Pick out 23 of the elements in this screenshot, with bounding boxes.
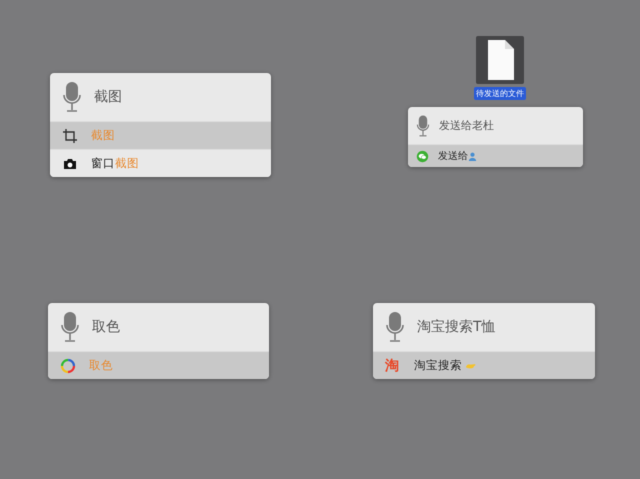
query-text: 淘宝搜索T恤 xyxy=(417,318,496,336)
result-item[interactable]: 窗口 截图 xyxy=(50,149,271,177)
crop-icon xyxy=(62,128,78,144)
file-label[interactable]: 待发送的文件 xyxy=(474,87,526,100)
result-item[interactable]: 发送给 xyxy=(408,144,583,167)
result-text: 窗口 截图 xyxy=(91,156,139,171)
result-text: 取色 xyxy=(89,358,113,373)
microphone-icon xyxy=(416,114,430,138)
query-text: 截图 xyxy=(94,88,122,106)
person-icon xyxy=(467,152,478,160)
query-text: 发送给老杜 xyxy=(439,118,494,133)
result-text: 淘宝搜索 xyxy=(414,358,462,373)
microphone-icon xyxy=(385,311,405,343)
chat-icon xyxy=(416,150,429,162)
color-wheel-icon xyxy=(60,358,76,374)
result-text: 发送给 xyxy=(438,150,468,163)
microphone-icon xyxy=(60,311,80,343)
result-item[interactable]: 淘 淘宝搜索 xyxy=(373,351,595,379)
taobao-icon: 淘 xyxy=(385,358,401,374)
microphone-icon xyxy=(62,81,82,113)
result-text: 截图 xyxy=(91,128,115,143)
document-icon[interactable] xyxy=(476,36,524,84)
query-text: 取色 xyxy=(92,318,120,336)
